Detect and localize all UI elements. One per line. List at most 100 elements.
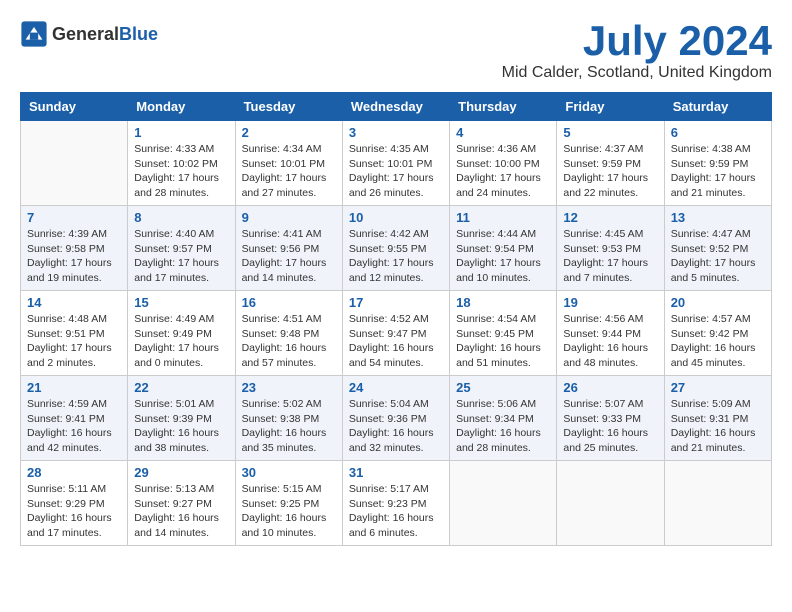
day-info: Sunrise: 5:02 AM Sunset: 9:38 PM Dayligh…	[242, 397, 336, 456]
day-number: 17	[349, 295, 443, 310]
day-info: Sunrise: 5:17 AM Sunset: 9:23 PM Dayligh…	[349, 482, 443, 541]
calendar-cell: 12Sunrise: 4:45 AM Sunset: 9:53 PM Dayli…	[557, 206, 664, 291]
day-number: 5	[563, 125, 657, 140]
day-info: Sunrise: 4:36 AM Sunset: 10:00 PM Daylig…	[456, 142, 550, 201]
calendar-cell: 23 Sunrise: 5:02 AM Sunset: 9:38 PM Dayli…	[235, 376, 342, 461]
calendar-cell: 31 Sunrise: 5:17 AM Sunset: 9:23 PM Dayli…	[342, 461, 449, 546]
day-number: 29	[134, 465, 228, 480]
header: GeneralBlue July 2024 Mid Calder, Scotla…	[20, 20, 772, 82]
day-number: 31	[349, 465, 443, 480]
calendar-cell: 14Sunrise: 4:48 AM Sunset: 9:51 PM Dayli…	[21, 291, 128, 376]
week-row-3: 14Sunrise: 4:48 AM Sunset: 9:51 PM Dayli…	[21, 291, 772, 376]
day-number: 4	[456, 125, 550, 140]
weekday-header-row: SundayMondayTuesdayWednesdayThursdayFrid…	[21, 93, 772, 121]
day-number: 20	[671, 295, 765, 310]
calendar-cell: 13Sunrise: 4:47 AM Sunset: 9:52 PM Dayli…	[664, 206, 771, 291]
day-number: 28	[27, 465, 121, 480]
calendar-cell: 22 Sunrise: 5:01 AM Sunset: 9:39 PM Dayli…	[128, 376, 235, 461]
calendar-cell: 25 Sunrise: 5:06 AM Sunset: 9:34 PM Dayli…	[450, 376, 557, 461]
day-number: 8	[134, 210, 228, 225]
logo: GeneralBlue	[20, 20, 158, 48]
day-number: 10	[349, 210, 443, 225]
calendar-cell: 3 Sunrise: 4:35 AM Sunset: 10:01 PM Dayli…	[342, 121, 449, 206]
calendar-cell: 10 Sunrise: 4:42 AM Sunset: 9:55 PM Dayli…	[342, 206, 449, 291]
day-info: Sunrise: 5:07 AM Sunset: 9:33 PM Dayligh…	[563, 397, 657, 456]
calendar-cell: 8 Sunrise: 4:40 AM Sunset: 9:57 PM Daylig…	[128, 206, 235, 291]
day-info: Sunrise: 5:01 AM Sunset: 9:39 PM Dayligh…	[134, 397, 228, 456]
calendar-cell: 11 Sunrise: 4:44 AM Sunset: 9:54 PM Dayli…	[450, 206, 557, 291]
calendar-cell: 7 Sunrise: 4:39 AM Sunset: 9:58 PM Daylig…	[21, 206, 128, 291]
day-number: 24	[349, 380, 443, 395]
week-row-1: 1 Sunrise: 4:33 AM Sunset: 10:02 PM Dayli…	[21, 121, 772, 206]
calendar-cell: 19 Sunrise: 4:56 AM Sunset: 9:44 PM Dayli…	[557, 291, 664, 376]
calendar-cell	[664, 461, 771, 546]
day-number: 23	[242, 380, 336, 395]
day-info: Sunrise: 5:11 AM Sunset: 9:29 PM Dayligh…	[27, 482, 121, 541]
calendar-cell: 28 Sunrise: 5:11 AM Sunset: 9:29 PM Dayli…	[21, 461, 128, 546]
day-number: 6	[671, 125, 765, 140]
day-number: 9	[242, 210, 336, 225]
day-info: Sunrise: 4:40 AM Sunset: 9:57 PM Dayligh…	[134, 227, 228, 286]
logo-icon	[20, 20, 48, 48]
day-number: 19	[563, 295, 657, 310]
day-info: Sunrise: 4:57 AM Sunset: 9:42 PM Dayligh…	[671, 312, 765, 371]
day-number: 7	[27, 210, 121, 225]
calendar-cell: 21 Sunrise: 4:59 AM Sunset: 9:41 PM Dayli…	[21, 376, 128, 461]
logo-blue: Blue	[119, 24, 158, 44]
logo-text: GeneralBlue	[52, 24, 158, 45]
calendar-cell: 18Sunrise: 4:54 AM Sunset: 9:45 PM Dayli…	[450, 291, 557, 376]
week-row-5: 28 Sunrise: 5:11 AM Sunset: 9:29 PM Dayli…	[21, 461, 772, 546]
calendar-cell: 24 Sunrise: 5:04 AM Sunset: 9:36 PM Dayli…	[342, 376, 449, 461]
week-row-4: 21 Sunrise: 4:59 AM Sunset: 9:41 PM Dayli…	[21, 376, 772, 461]
day-number: 21	[27, 380, 121, 395]
day-number: 2	[242, 125, 336, 140]
weekday-header-thursday: Thursday	[450, 93, 557, 121]
weekday-header-saturday: Saturday	[664, 93, 771, 121]
day-number: 26	[563, 380, 657, 395]
weekday-header-sunday: Sunday	[21, 93, 128, 121]
calendar-cell: 2 Sunrise: 4:34 AM Sunset: 10:01 PM Dayli…	[235, 121, 342, 206]
day-info: Sunrise: 4:37 AM Sunset: 9:59 PM Dayligh…	[563, 142, 657, 201]
day-info: Sunrise: 4:35 AM Sunset: 10:01 PM Daylig…	[349, 142, 443, 201]
day-info: Sunrise: 4:44 AM Sunset: 9:54 PM Dayligh…	[456, 227, 550, 286]
day-info: Sunrise: 4:48 AM Sunset: 9:51 PM Dayligh…	[27, 312, 121, 371]
day-number: 25	[456, 380, 550, 395]
day-info: Sunrise: 4:52 AM Sunset: 9:47 PM Dayligh…	[349, 312, 443, 371]
calendar-cell: 9Sunrise: 4:41 AM Sunset: 9:56 PM Daylig…	[235, 206, 342, 291]
calendar-cell: 16Sunrise: 4:51 AM Sunset: 9:48 PM Dayli…	[235, 291, 342, 376]
day-number: 1	[134, 125, 228, 140]
calendar-table: SundayMondayTuesdayWednesdayThursdayFrid…	[20, 92, 772, 546]
day-info: Sunrise: 4:34 AM Sunset: 10:01 PM Daylig…	[242, 142, 336, 201]
day-info: Sunrise: 4:33 AM Sunset: 10:02 PM Daylig…	[134, 142, 228, 201]
day-info: Sunrise: 4:59 AM Sunset: 9:41 PM Dayligh…	[27, 397, 121, 456]
day-info: Sunrise: 4:49 AM Sunset: 9:49 PM Dayligh…	[134, 312, 228, 371]
week-row-2: 7 Sunrise: 4:39 AM Sunset: 9:58 PM Daylig…	[21, 206, 772, 291]
weekday-header-friday: Friday	[557, 93, 664, 121]
day-number: 11	[456, 210, 550, 225]
day-info: Sunrise: 5:15 AM Sunset: 9:25 PM Dayligh…	[242, 482, 336, 541]
calendar-cell: 15 Sunrise: 4:49 AM Sunset: 9:49 PM Dayli…	[128, 291, 235, 376]
day-info: Sunrise: 5:06 AM Sunset: 9:34 PM Dayligh…	[456, 397, 550, 456]
calendar-cell	[557, 461, 664, 546]
month-year-title: July 2024	[502, 20, 772, 62]
calendar-cell	[450, 461, 557, 546]
day-info: Sunrise: 4:45 AM Sunset: 9:53 PM Dayligh…	[563, 227, 657, 286]
day-info: Sunrise: 4:38 AM Sunset: 9:59 PM Dayligh…	[671, 142, 765, 201]
day-number: 30	[242, 465, 336, 480]
calendar-cell: 20 Sunrise: 4:57 AM Sunset: 9:42 PM Dayli…	[664, 291, 771, 376]
day-info: Sunrise: 4:42 AM Sunset: 9:55 PM Dayligh…	[349, 227, 443, 286]
day-number: 16	[242, 295, 336, 310]
day-number: 15	[134, 295, 228, 310]
day-info: Sunrise: 4:39 AM Sunset: 9:58 PM Dayligh…	[27, 227, 121, 286]
day-info: Sunrise: 4:56 AM Sunset: 9:44 PM Dayligh…	[563, 312, 657, 371]
weekday-header-tuesday: Tuesday	[235, 93, 342, 121]
calendar-cell: 6 Sunrise: 4:38 AM Sunset: 9:59 PM Daylig…	[664, 121, 771, 206]
day-info: Sunrise: 5:04 AM Sunset: 9:36 PM Dayligh…	[349, 397, 443, 456]
day-number: 3	[349, 125, 443, 140]
day-number: 22	[134, 380, 228, 395]
calendar-cell: 4 Sunrise: 4:36 AM Sunset: 10:00 PM Dayli…	[450, 121, 557, 206]
calendar-cell: 1 Sunrise: 4:33 AM Sunset: 10:02 PM Dayli…	[128, 121, 235, 206]
weekday-header-wednesday: Wednesday	[342, 93, 449, 121]
location-subtitle: Mid Calder, Scotland, United Kingdom	[502, 64, 772, 82]
day-number: 27	[671, 380, 765, 395]
